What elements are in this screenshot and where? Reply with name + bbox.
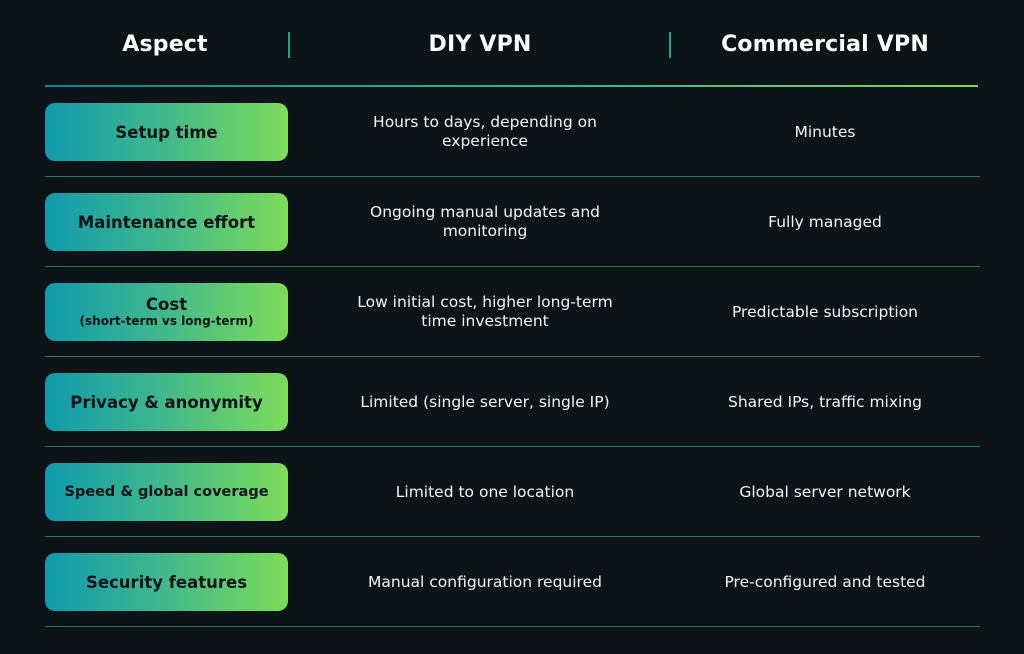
header-divider	[669, 32, 671, 58]
comparison-table: Aspect DIY VPN Commercial VPN Setup time…	[0, 0, 1024, 654]
commercial-cell: Shared IPs, traffic mixing	[728, 392, 922, 411]
table-row: Privacy & anonymity Limited (single serv…	[45, 357, 980, 447]
commercial-cell: Minutes	[794, 122, 856, 141]
diy-cell: Low initial cost, higher long-term time …	[357, 293, 613, 330]
table-row: Maintenance effort Ongoing manual update…	[45, 177, 980, 267]
table-row: Setup time Hours to days, depending on e…	[45, 87, 980, 177]
header-divider	[288, 32, 290, 58]
aspect-pill: Cost (short-term vs long-term)	[45, 283, 288, 341]
row-divider	[45, 626, 980, 627]
aspect-sublabel: (short-term vs long-term)	[79, 314, 254, 328]
aspect-label: Maintenance effort	[77, 212, 256, 232]
diy-cell: Manual configuration required	[368, 572, 602, 591]
aspect-pill: Speed & global coverage	[45, 463, 288, 521]
commercial-cell: Global server network	[739, 482, 911, 501]
aspect-label: Privacy & anonymity	[70, 392, 263, 412]
aspect-pill: Maintenance effort	[45, 193, 288, 251]
aspect-label: Speed & global coverage	[64, 483, 269, 500]
aspect-pill: Privacy & anonymity	[45, 373, 288, 431]
header-diy-vpn: DIY VPN	[428, 32, 532, 57]
header-commercial-vpn: Commercial VPN	[721, 32, 929, 57]
table-row: Cost (short-term vs long-term) Low initi…	[45, 267, 980, 357]
commercial-cell: Pre-configured and tested	[724, 572, 926, 591]
aspect-label: Cost	[145, 295, 188, 314]
aspect-pill: Security features	[45, 553, 288, 611]
aspect-label: Setup time	[115, 122, 218, 142]
commercial-cell: Fully managed	[768, 212, 882, 231]
commercial-cell: Predictable subscription	[731, 302, 919, 321]
aspect-label: Security features	[85, 572, 248, 592]
table-header: Aspect DIY VPN Commercial VPN	[0, 0, 1024, 86]
diy-cell: Hours to days, depending on experience	[373, 113, 597, 150]
aspect-pill: Setup time	[45, 103, 288, 161]
diy-cell: Limited (single server, single IP)	[360, 392, 610, 411]
diy-cell: Ongoing manual updates and monitoring	[370, 203, 600, 240]
table-row: Security features Manual configuration r…	[45, 537, 980, 627]
header-aspect: Aspect	[122, 32, 208, 57]
diy-cell: Limited to one location	[395, 482, 575, 501]
table-row: Speed & global coverage Limited to one l…	[45, 447, 980, 537]
